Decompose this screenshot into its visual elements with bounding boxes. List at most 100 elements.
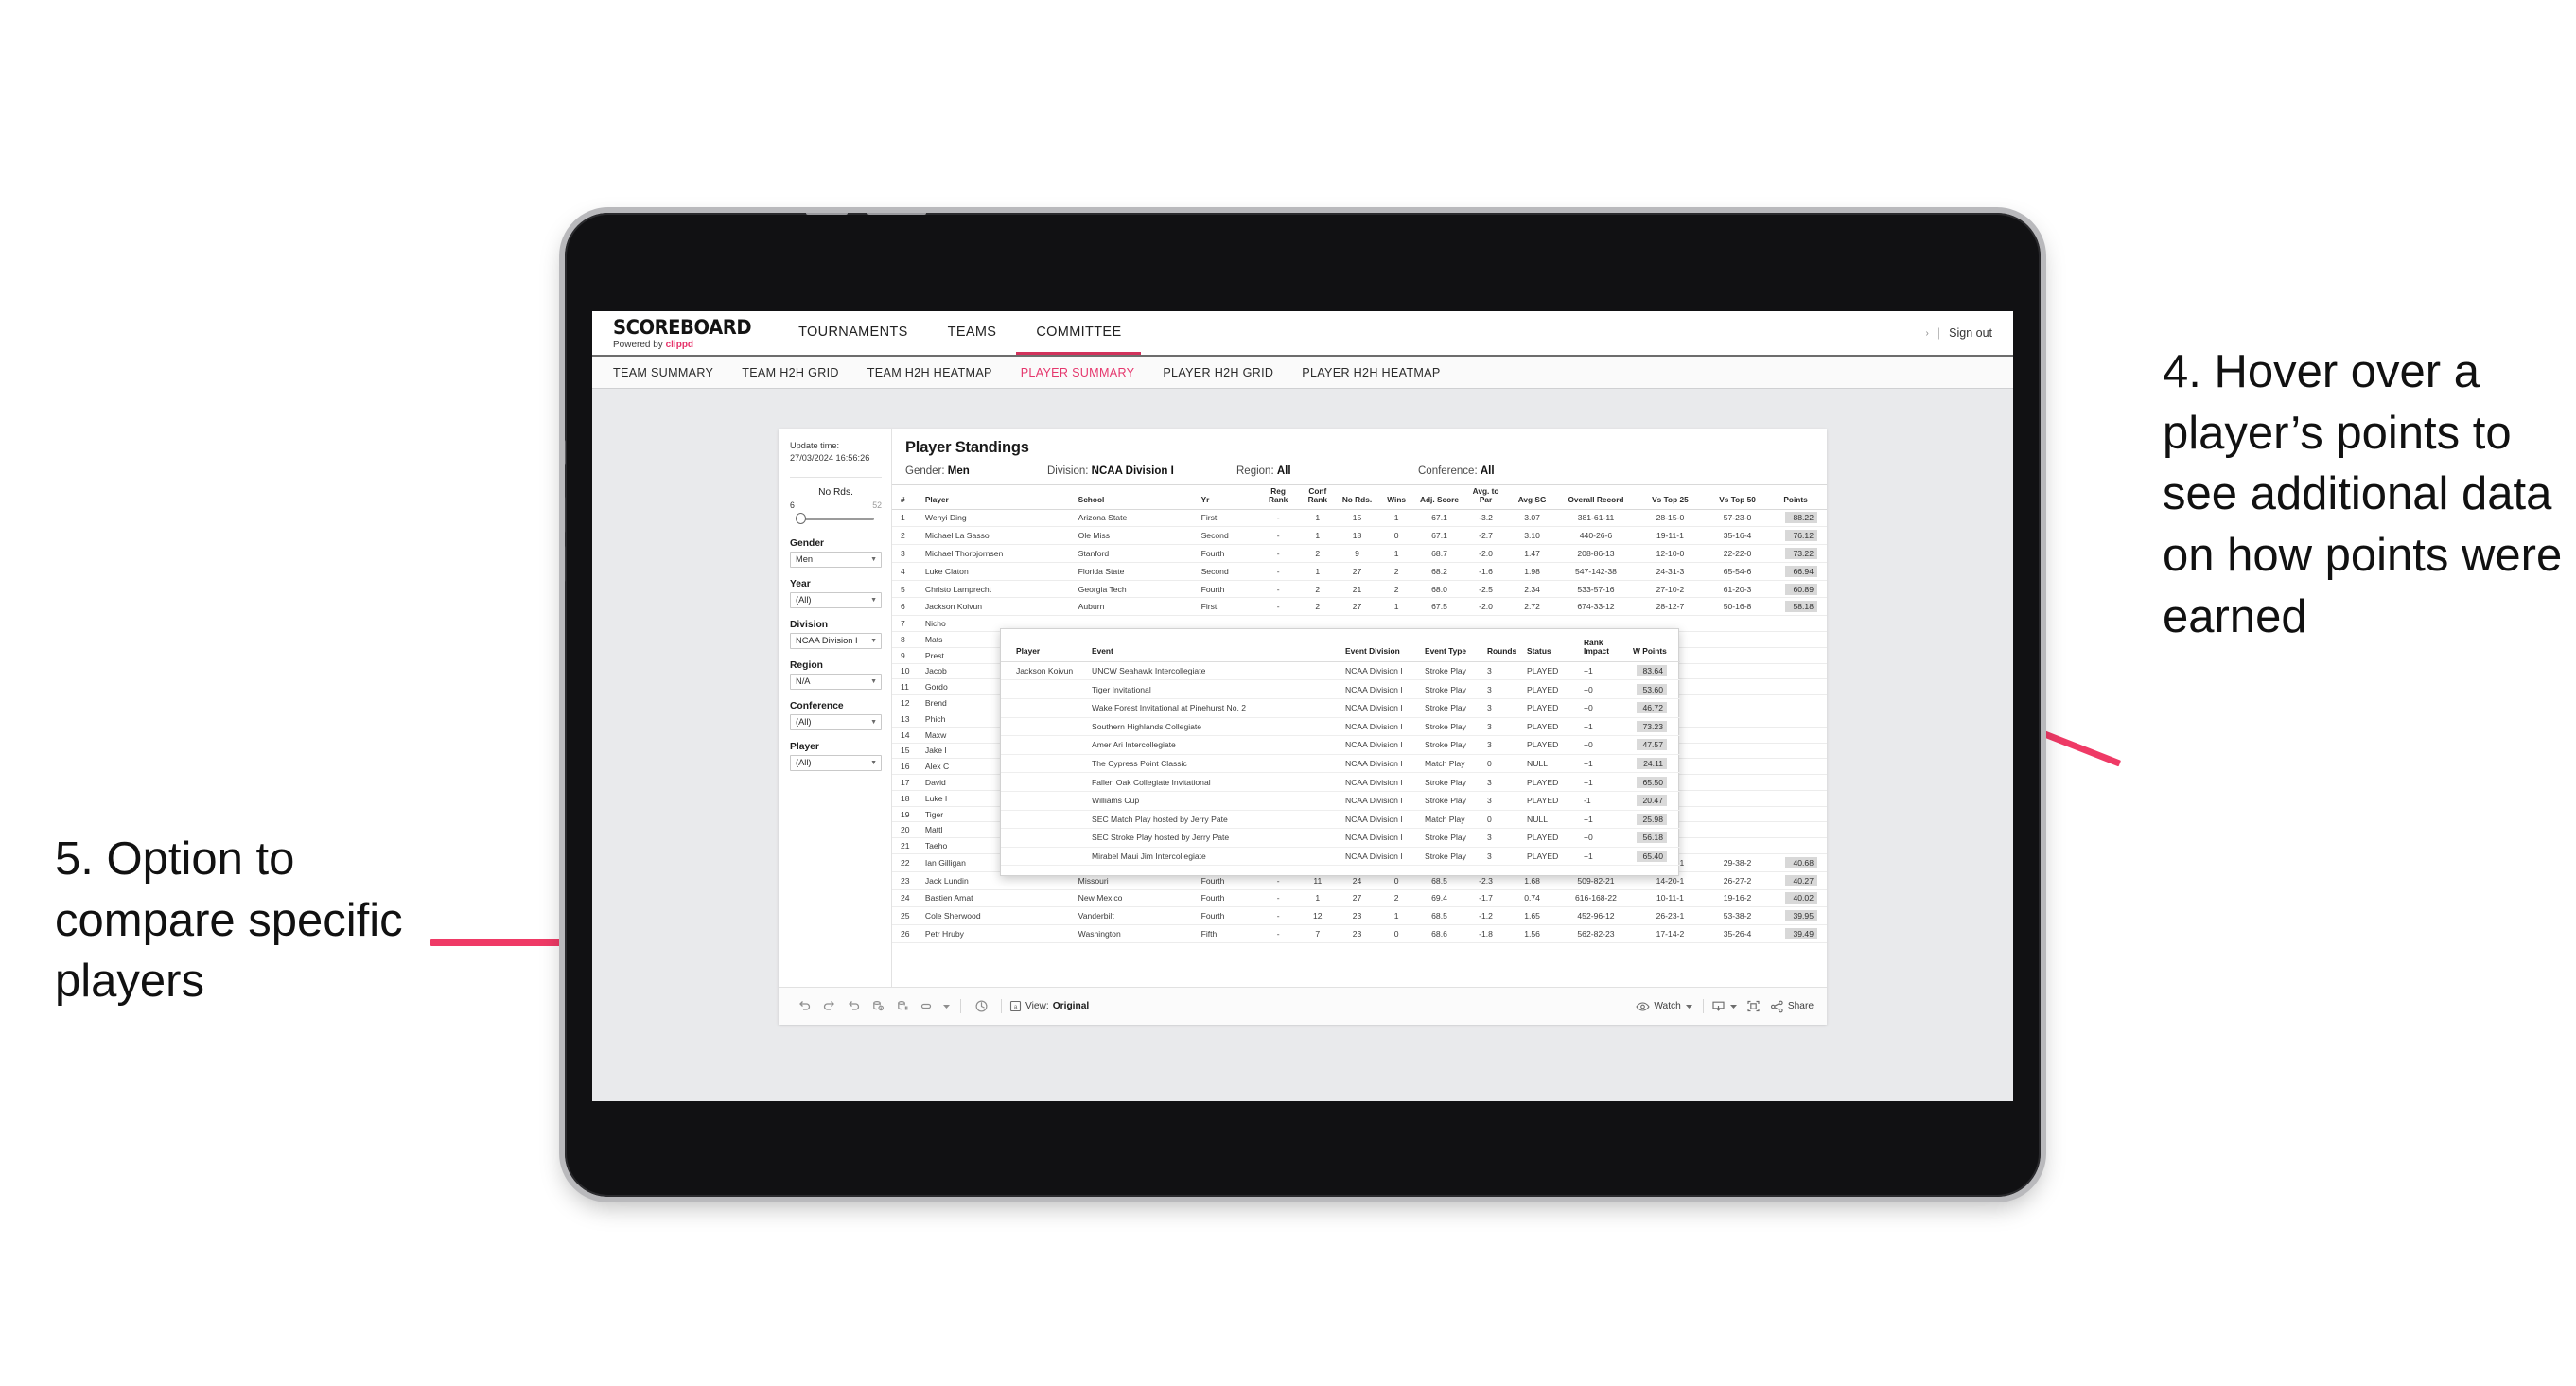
points-value[interactable]: 39.95 (1785, 910, 1817, 922)
cell-conf-rank: 1 (1297, 526, 1338, 546)
watch-button[interactable]: Watch (1636, 1001, 1693, 1012)
points-value[interactable]: 40.02 (1785, 892, 1817, 904)
chevron-right-icon[interactable]: › (1926, 328, 1929, 339)
table-row[interactable]: 3 Michael Thorbjornsen Stanford Fourth -2 9 1 6… (892, 544, 1827, 563)
col-vs-top-50[interactable]: Vs Top 50 (1703, 484, 1772, 510)
no-rounds-track[interactable] (790, 512, 882, 525)
share-button[interactable]: Share (1770, 1000, 1814, 1013)
filter-player-select[interactable]: (All) ▼ (790, 754, 882, 771)
filter-division-select[interactable]: NCAA Division I ▼ (790, 632, 882, 649)
table-row[interactable]: 25 Cole Sherwood Vanderbilt Fourth -12 23 1 68.… (892, 906, 1827, 926)
toolbar-dropdown-caret-icon[interactable] (939, 994, 953, 1019)
tooltip-cell-rank-impact: +1 (1580, 661, 1629, 681)
cell-points: 76.12 (1771, 526, 1827, 546)
points-value[interactable]: 73.22 (1785, 548, 1817, 560)
points-value[interactable]: 60.89 (1785, 583, 1817, 595)
table-row[interactable]: 4 Luke Claton Florida State Second -1 27 2 68.2… (892, 562, 1827, 581)
subtab-team-h2h-heatmap[interactable]: TEAM H2H HEATMAP (867, 366, 992, 379)
col-reg-rank[interactable]: Reg Rank (1258, 484, 1298, 510)
tooltip-cell-event-type: Match Play (1421, 810, 1483, 830)
col-vs-top-25[interactable]: Vs Top 25 (1636, 484, 1704, 510)
cell-avg-to-par: -1.6 (1463, 562, 1510, 581)
cell-rank: 19 (892, 806, 922, 823)
fullscreen-icon[interactable] (1742, 994, 1766, 1019)
cell-rank: 9 (892, 647, 922, 664)
filter-region-select[interactable]: N/A ▼ (790, 673, 882, 690)
points-value[interactable]: 40.68 (1785, 856, 1817, 868)
col-avg-to-par[interactable]: Avg. to Par (1463, 484, 1510, 510)
sign-out-link[interactable]: Sign out (1949, 326, 1992, 340)
tooltip-cell-status: PLAYED (1523, 772, 1580, 792)
no-rounds-slider[interactable]: No Rds. 6 52 (790, 487, 882, 525)
subtab-team-h2h-grid[interactable]: TEAM H2H GRID (742, 366, 839, 379)
points-value[interactable]: 88.22 (1785, 512, 1817, 524)
revert-icon[interactable] (841, 994, 866, 1019)
tooltip-cell-rounds: 3 (1483, 791, 1523, 811)
filter-gender-select[interactable]: Men ▼ (790, 551, 882, 568)
tooltip-cell-w-points: 47.57 (1629, 735, 1680, 755)
refresh-data-icon[interactable] (866, 994, 890, 1019)
points-value[interactable]: 76.12 (1785, 530, 1817, 542)
cell-yr: Fourth (1198, 906, 1259, 926)
col-avg-sg[interactable]: Avg SG (1509, 484, 1556, 510)
nav-tab-teams[interactable]: TEAMS (928, 311, 1017, 355)
col-overall-record[interactable]: Overall Record (1555, 484, 1637, 510)
cell-wins: 0 (1376, 924, 1416, 943)
table-row[interactable]: 5 Christo Lamprecht Georgia Tech Fourth -2 21… (892, 580, 1827, 599)
col-points[interactable]: Points (1771, 484, 1827, 510)
cell-no-rds: 15 (1337, 509, 1377, 528)
cell-vs-top-50 (1703, 647, 1772, 664)
points-value[interactable]: 39.49 (1785, 927, 1817, 939)
filter-conference-select[interactable]: (All) ▼ (790, 713, 882, 730)
subtab-player-summary[interactable]: PLAYER SUMMARY (1021, 366, 1135, 379)
view-original-button[interactable]: a View: Original (1009, 1000, 1089, 1012)
col-adj-score[interactable]: Adj. Score (1416, 484, 1463, 510)
subtitle-division: Division: NCAA Division I (1047, 465, 1236, 477)
brand-logo[interactable]: SCOREBOARD Powered by clippd (592, 311, 779, 355)
points-value[interactable]: 40.27 (1785, 874, 1817, 886)
redo-icon[interactable] (816, 994, 841, 1019)
col-player[interactable]: Player (921, 484, 1076, 510)
subtab-team-summary[interactable]: TEAM SUMMARY (613, 366, 713, 379)
view-original-toggle-icon[interactable] (915, 994, 939, 1019)
col-yr[interactable]: Yr (1198, 484, 1259, 510)
cell-rank: 7 (892, 615, 922, 633)
w-points-value: 56.18 (1637, 832, 1667, 844)
table-row[interactable]: 26 Petr Hruby Washington Fifth -7 23 0 68.6 -1.8… (892, 924, 1827, 943)
cell-vs-top-25: 19-11-1 (1636, 526, 1704, 546)
col-no-rds[interactable]: No Rds. (1337, 484, 1377, 510)
cell-vs-top-50 (1703, 694, 1772, 711)
table-row[interactable]: 1 Wenyi Ding Arizona State First -1 15 1 67.1 -3… (892, 509, 1827, 528)
table-row[interactable]: 6 Jackson Koivun Auburn First -2 27 1 67.5 -2.0 2… (892, 597, 1827, 617)
nav-tab-tournaments[interactable]: TOURNAMENTS (779, 311, 928, 355)
cell-points: 60.89 (1771, 580, 1827, 599)
tooltip-row: Southern Highlands Collegiate NCAA Divisi… (1001, 717, 1680, 737)
pause-updates-icon[interactable] (890, 994, 915, 1019)
subtab-player-h2h-grid[interactable]: PLAYER H2H GRID (1163, 366, 1273, 379)
download-button[interactable] (1711, 1000, 1738, 1013)
tooltip-cell-event-type: Stroke Play (1421, 717, 1483, 737)
col-school[interactable]: School (1075, 484, 1199, 510)
cell-school: Ole Miss (1075, 526, 1199, 546)
col-conf-rank[interactable]: Conf Rank (1297, 484, 1338, 510)
col-wins[interactable]: Wins (1376, 484, 1416, 510)
tooltip-cell-event-type: Match Play (1421, 754, 1483, 774)
cell-vs-top-50 (1703, 806, 1772, 823)
points-value[interactable]: 66.94 (1785, 565, 1817, 577)
slider-handle[interactable] (796, 512, 806, 524)
cell-overall-record: 440-26-6 (1555, 526, 1637, 546)
nav-tab-committee[interactable]: COMMITTEE (1016, 311, 1142, 355)
table-row[interactable]: 2 Michael La Sasso Ole Miss Second -1 18 0 67.1… (892, 526, 1827, 546)
no-rounds-label: No Rds. (818, 486, 853, 498)
filter-gender-value: Men (796, 554, 814, 565)
tooltip-cell-status: PLAYED (1523, 698, 1580, 718)
filter-year-select[interactable]: (All) ▼ (790, 591, 882, 608)
table-row[interactable]: 24 Bastien Amat New Mexico Fourth -1 27 2 69.4-… (892, 889, 1827, 908)
cell-points (1771, 821, 1827, 839)
col-rank[interactable]: # (892, 484, 922, 510)
pause-auto-update-icon[interactable] (969, 994, 993, 1019)
undo-icon[interactable] (792, 994, 816, 1019)
subtab-player-h2h-heatmap[interactable]: PLAYER H2H HEATMAP (1302, 366, 1440, 379)
points-value[interactable]: 58.18 (1785, 601, 1817, 613)
w-points-value: 65.40 (1637, 851, 1667, 863)
